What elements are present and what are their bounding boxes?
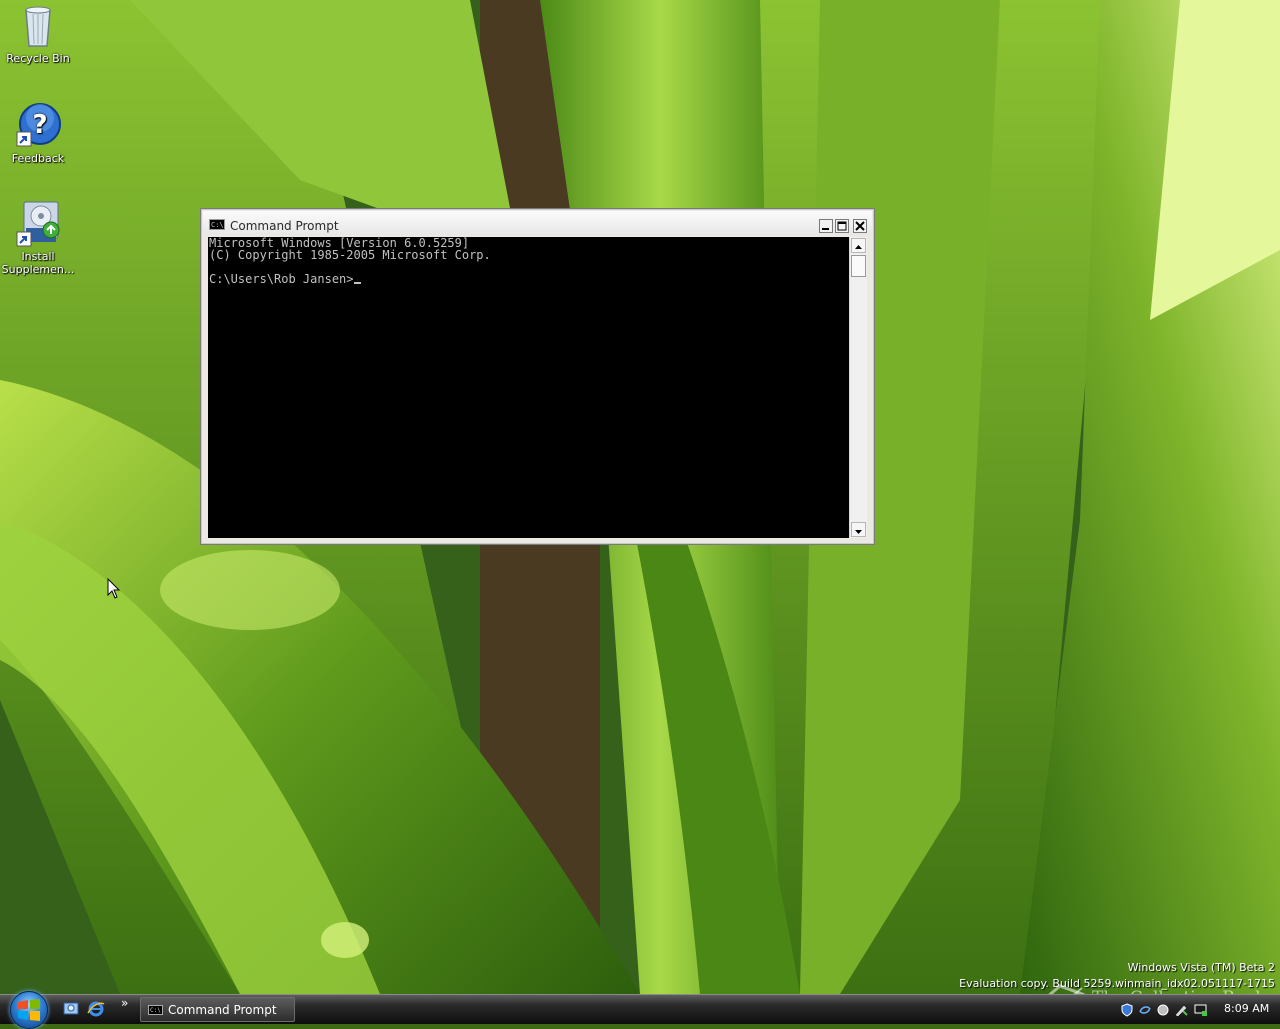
recycle-bin-icon: [14, 2, 62, 50]
arrow-up-icon: [855, 245, 862, 249]
text-cursor: [353, 282, 361, 284]
feedback-label: Feedback: [11, 152, 65, 165]
close-icon: [855, 221, 865, 231]
console-prompt: C:\Users\Rob Jansen>: [209, 272, 354, 286]
desktop-icon-recycle-bin[interactable]: Recycle Bin: [0, 2, 76, 65]
scrollbar-thumb[interactable]: [851, 255, 866, 277]
taskbar: » C:\ Command Prompt 8:09 AM: [0, 991, 1280, 1029]
start-button[interactable]: [10, 991, 48, 1029]
help-feedback-icon: ?: [14, 102, 62, 150]
command-prompt-icon: C:\: [209, 219, 225, 230]
desktop-icon-feedback[interactable]: ? Feedback: [0, 102, 76, 165]
command-prompt-icon: C:\: [148, 1005, 163, 1015]
system-tray: 8:09 AM: [1112, 997, 1280, 1023]
system-clock[interactable]: 8:09 AM: [1224, 1002, 1269, 1015]
scroll-up-button[interactable]: [851, 238, 866, 253]
sync-arrows-icon[interactable]: [1138, 1003, 1152, 1017]
arrow-down-icon: [855, 530, 862, 534]
console-output[interactable]: Microsoft Windows [Version 6.0.5259] (C)…: [208, 237, 849, 538]
window-titlebar[interactable]: C:\ Command Prompt: [203, 211, 872, 235]
internet-explorer-icon[interactable]: [87, 1000, 105, 1018]
close-button[interactable]: [853, 219, 867, 233]
maximize-icon: [837, 221, 847, 231]
recycle-bin-label: Recycle Bin: [6, 52, 70, 65]
svg-text:?: ?: [32, 110, 47, 140]
install-label-line1: Install: [21, 250, 55, 263]
console-line: (C) Copyright 1985-2005 Microsoft Corp.: [209, 248, 491, 262]
network-globe-icon[interactable]: [1156, 1003, 1170, 1017]
window-title: Command Prompt: [230, 219, 339, 233]
command-prompt-window[interactable]: C:\ Command Prompt Microsoft Windows [Ve…: [200, 208, 875, 545]
scroll-down-button[interactable]: [851, 522, 866, 537]
pen-tool-icon[interactable]: [1174, 1003, 1188, 1017]
minimize-icon: [822, 228, 829, 230]
watermark-line-1: Windows Vista (TM) Beta 2: [1127, 961, 1275, 974]
install-label-line2: Supplemen...: [1, 263, 75, 276]
vertical-scrollbar[interactable]: [849, 237, 867, 538]
install-supplemental-icon: [14, 200, 62, 248]
mouse-pointer-icon: [107, 578, 121, 599]
taskbar-button-command-prompt[interactable]: C:\ Command Prompt: [140, 997, 295, 1022]
network-monitor-icon[interactable]: [1194, 1003, 1208, 1017]
taskbar-button-label: Command Prompt: [168, 1003, 277, 1017]
windows-logo-icon: [18, 999, 40, 1021]
console-prompt-line: C:\Users\Rob Jansen>: [208, 273, 849, 285]
quick-launch-chevron[interactable]: »: [121, 996, 128, 1010]
security-shield-icon[interactable]: [1120, 1003, 1134, 1017]
maximize-button[interactable]: [835, 219, 849, 233]
desktop-icon-install-supplemental[interactable]: Install Supplemen...: [0, 200, 76, 276]
minimize-button[interactable]: [819, 219, 833, 233]
show-desktop-icon[interactable]: [62, 1000, 80, 1018]
